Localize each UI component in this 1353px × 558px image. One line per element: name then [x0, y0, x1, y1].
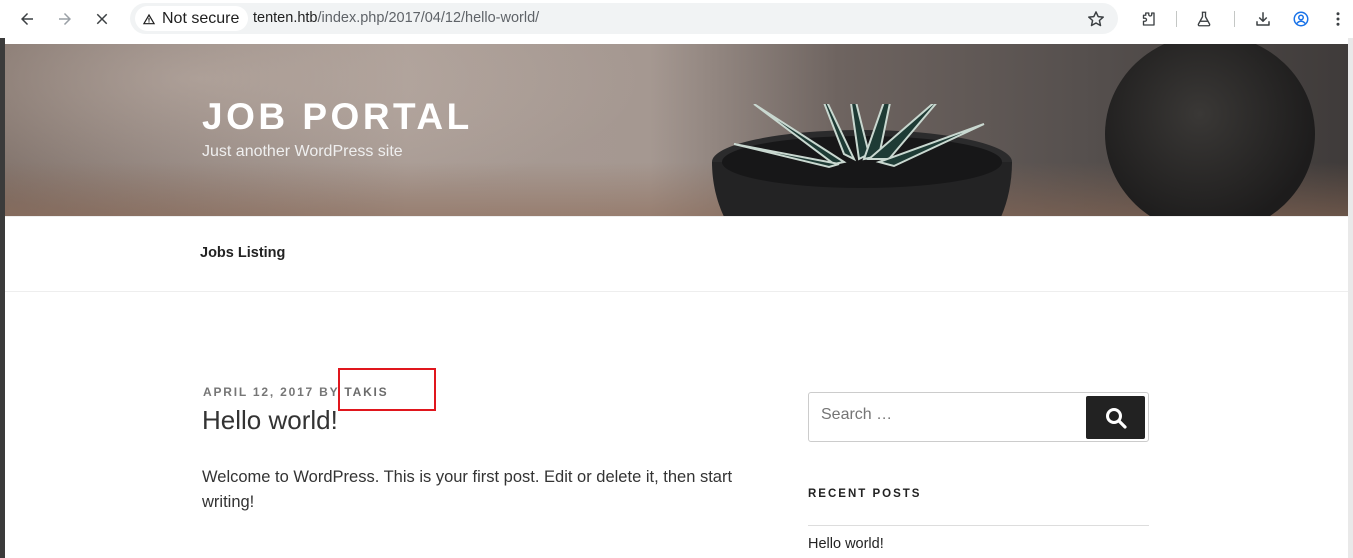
post-by: BY	[319, 385, 340, 399]
url-text[interactable]: tenten.htb/index.php/2017/04/12/hello-wo…	[253, 10, 539, 26]
url-path: /index.php/2017/04/12/hello-world/	[317, 10, 540, 26]
divider	[808, 525, 1149, 526]
stop-icon[interactable]	[88, 5, 116, 33]
post-body: Welcome to WordPress. This is your first…	[202, 468, 733, 511]
recent-post-link[interactable]: Hello world!	[808, 536, 884, 552]
post-date[interactable]: APRIL 12, 2017	[203, 385, 314, 399]
search-input[interactable]	[821, 406, 1071, 424]
labs-icon[interactable]	[1193, 8, 1215, 30]
site-description: Just another WordPress site	[202, 143, 403, 160]
extensions-icon[interactable]	[1137, 8, 1159, 30]
star-icon[interactable]	[1086, 9, 1106, 29]
forward-icon[interactable]	[51, 5, 79, 33]
security-chip[interactable]: Not secure	[135, 6, 249, 31]
plant-pot-image	[712, 104, 1012, 216]
main-navigation: Jobs Listing	[5, 216, 1348, 292]
site-header: JOB PORTAL Just another WordPress site	[5, 44, 1348, 216]
nav-item-jobs-listing[interactable]: Jobs Listing	[200, 245, 285, 261]
post-title: Hello world!	[202, 405, 338, 435]
search-button[interactable]	[1086, 396, 1145, 439]
recent-posts-title: RECENT POSTS	[808, 488, 922, 500]
scrollbar[interactable]	[1348, 38, 1353, 558]
warning-icon	[142, 13, 156, 24]
site-title[interactable]: JOB PORTAL	[202, 96, 473, 138]
toolbar-separator	[1234, 11, 1235, 27]
search-form	[808, 392, 1149, 442]
toolbar-separator	[1176, 11, 1177, 27]
author-highlight-box	[338, 368, 436, 411]
security-label: Not secure	[162, 9, 240, 27]
browser-toolbar: Not secure tenten.htb/index.php/2017/04/…	[0, 0, 1353, 38]
address-bar[interactable]: Not secure tenten.htb/index.php/2017/04/…	[130, 3, 1118, 34]
url-host: tenten.htb	[253, 10, 318, 26]
header-background	[1105, 44, 1315, 216]
menu-icon[interactable]	[1327, 8, 1349, 30]
profile-icon[interactable]	[1290, 8, 1312, 30]
download-icon[interactable]	[1252, 8, 1274, 30]
back-icon[interactable]	[13, 5, 41, 33]
search-icon	[1105, 407, 1127, 429]
